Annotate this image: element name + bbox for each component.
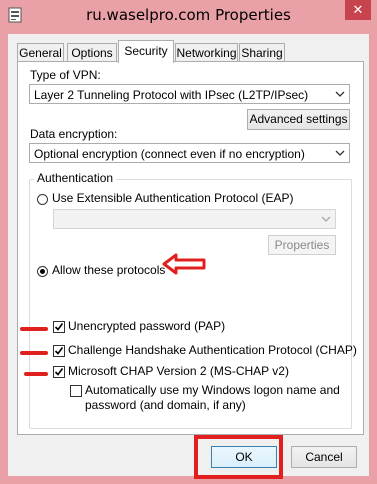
tab-general[interactable]: General — [17, 43, 64, 62]
auto-logon-label-line1[interactable]: Automatically use my Windows logon name … — [85, 383, 340, 397]
advanced-settings-button[interactable]: Advanced settings — [247, 109, 350, 130]
title-bar[interactable]: ru.waselpro.com Properties ✕ — [0, 0, 377, 34]
pap-label[interactable]: Unencrypted password (PAP) — [68, 319, 225, 333]
chap-label[interactable]: Challenge Handshake Authentication Proto… — [68, 343, 357, 357]
vpn-type-value: Layer 2 Tunneling Protocol with IPsec (L… — [34, 88, 309, 102]
security-panel: Type of VPN: Layer 2 Tunneling Protocol … — [17, 61, 364, 435]
eap-radio[interactable] — [37, 194, 48, 205]
eap-radio-label[interactable]: Use Extensible Authentication Protocol (… — [52, 191, 293, 205]
mschapv2-label[interactable]: Microsoft CHAP Version 2 (MS-CHAP v2) — [68, 364, 289, 378]
annotation-marker-chap — [20, 351, 48, 355]
radio-selected-dot — [40, 269, 45, 274]
encryption-value: Optional encryption (connect even if no … — [34, 147, 305, 161]
eap-method-select[interactable] — [53, 209, 336, 229]
chevron-down-icon — [335, 146, 345, 160]
cancel-button[interactable]: Cancel — [291, 446, 357, 468]
chevron-down-icon — [321, 212, 331, 226]
encryption-label: Data encryption: — [30, 127, 118, 141]
tab-sharing[interactable]: Sharing — [239, 43, 285, 62]
authentication-group-title: Authentication — [34, 171, 117, 185]
chap-checkbox[interactable] — [53, 345, 65, 357]
auto-logon-label-line2[interactable]: password (and domain, if any) — [85, 398, 246, 412]
mschapv2-checkbox[interactable] — [53, 366, 65, 378]
annotation-arrow-icon — [162, 253, 206, 275]
tab-security[interactable]: Security — [118, 40, 174, 63]
tab-networking[interactable]: Networking — [175, 43, 238, 62]
pap-checkbox[interactable] — [53, 321, 65, 333]
auto-logon-checkbox[interactable] — [70, 385, 82, 397]
encryption-select[interactable]: Optional encryption (connect even if no … — [29, 143, 350, 163]
allow-protocols-radio[interactable] — [37, 266, 48, 277]
checkmark-icon — [54, 368, 64, 376]
window-frame: ru.waselpro.com Properties ✕ General Opt… — [0, 0, 377, 484]
vpn-type-label: Type of VPN: — [30, 68, 101, 82]
tab-options[interactable]: Options — [67, 43, 117, 62]
annotation-marker-mschapv2 — [24, 372, 48, 376]
window-title: ru.waselpro.com Properties — [86, 6, 291, 24]
chevron-down-icon — [335, 87, 345, 101]
annotation-marker-pap — [20, 327, 48, 331]
checkmark-icon — [54, 347, 64, 355]
vpn-type-select[interactable]: Layer 2 Tunneling Protocol with IPsec (L… — [29, 84, 350, 104]
eap-properties-button[interactable]: Properties — [268, 235, 336, 255]
close-button[interactable]: ✕ — [345, 0, 371, 20]
annotation-highlight-ok — [194, 435, 283, 479]
checkmark-icon — [54, 323, 64, 331]
allow-protocols-label[interactable]: Allow these protocols — [52, 263, 165, 277]
